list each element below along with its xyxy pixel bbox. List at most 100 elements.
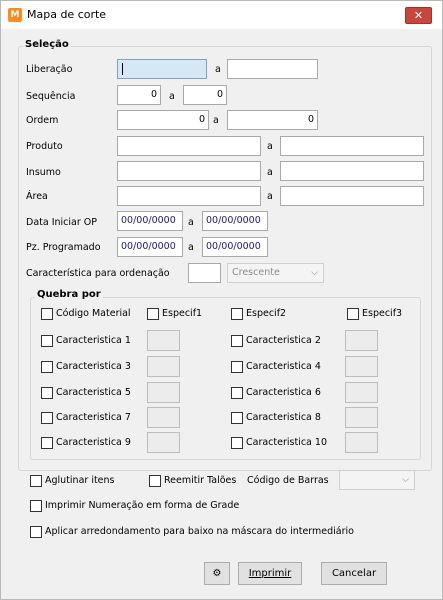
close-button[interactable]: ✕ <box>405 7 432 24</box>
sequencia-from-input[interactable]: 0 <box>117 85 161 105</box>
aglutinar-label: Aglutinar itens <box>45 475 115 486</box>
caracteristica-10-label: Caracteristica 10 <box>246 437 327 448</box>
caracteristica-ordenacao-label: Característica para ordenação <box>26 268 170 279</box>
aglutinar-checkbox[interactable] <box>30 475 42 487</box>
settings-button[interactable]: ⚙ <box>204 562 230 585</box>
data-iniciar-from-input[interactable]: 00/00/0000 <box>117 211 183 231</box>
caracteristica-4-label: Caracteristica 4 <box>246 361 321 372</box>
caracteristica-6-value <box>345 382 378 403</box>
dialog-window: M Mapa de corte ✕ Seleção Liberação a Se… <box>0 0 443 600</box>
caracteristica-10-value <box>345 432 378 453</box>
data-iniciar-sep: a <box>188 217 194 228</box>
caracteristica-3-checkbox[interactable] <box>41 361 53 373</box>
imprimir-button[interactable]: Imprimir <box>238 562 302 585</box>
arredondamento-label: Aplicar arredondamento para baixo na más… <box>45 526 354 537</box>
area-label: Área <box>26 191 48 202</box>
caracteristica-8-label: Caracteristica 8 <box>246 412 321 423</box>
sequencia-label: Sequência <box>26 91 76 102</box>
codigo-barras-label: Código de Barras <box>247 475 329 486</box>
caracteristica-2-checkbox[interactable] <box>231 335 243 347</box>
caracteristica-9-value <box>147 432 180 453</box>
insumo-to-input[interactable] <box>280 161 424 181</box>
caracteristica-ordenacao-input[interactable] <box>188 263 221 283</box>
caracteristica-4-value <box>345 356 378 377</box>
selection-legend: Seleção <box>23 39 71 50</box>
sequencia-to-input[interactable]: 0 <box>183 85 227 105</box>
data-iniciar-label: Data Iniciar OP <box>26 217 97 228</box>
area-to-input[interactable] <box>280 186 424 206</box>
produto-to-input[interactable] <box>280 136 424 156</box>
caracteristica-6-checkbox[interactable] <box>231 387 243 399</box>
cancelar-button[interactable]: Cancelar <box>321 562 387 585</box>
caracteristica-1-checkbox[interactable] <box>41 335 53 347</box>
data-iniciar-to-input[interactable]: 00/00/0000 <box>202 211 268 231</box>
pz-programado-to-input[interactable]: 00/00/0000 <box>202 237 268 257</box>
produto-sep: a <box>267 141 273 152</box>
imprimir-label: Imprimir <box>248 568 292 579</box>
especif3-label: Especif3 <box>362 308 403 319</box>
pz-programado-sep: a <box>188 242 194 253</box>
area-sep: a <box>267 191 273 202</box>
app-icon: M <box>8 8 22 22</box>
imprimir-grade-label: Imprimir Numeração em forma de Grade <box>45 500 240 511</box>
insumo-label: Insumo <box>26 167 61 178</box>
title-bar: M Mapa de corte ✕ <box>1 1 442 29</box>
caracteristica-5-label: Caracteristica 5 <box>56 387 131 398</box>
insumo-from-input[interactable] <box>117 161 261 181</box>
sequencia-sep: a <box>169 91 175 102</box>
caracteristica-9-label: Caracteristica 9 <box>56 437 131 448</box>
liberacao-to-input[interactable] <box>227 59 318 79</box>
caracteristica-10-checkbox[interactable] <box>231 437 243 449</box>
caracteristica-3-label: Caracteristica 3 <box>56 361 131 372</box>
reemitir-checkbox[interactable] <box>149 475 161 487</box>
arredondamento-checkbox[interactable] <box>30 526 42 538</box>
ordem-sep: a <box>213 115 219 126</box>
caracteristica-6-label: Caracteristica 6 <box>246 387 321 398</box>
order-direction-select[interactable]: Crescente ⌵ <box>227 263 324 283</box>
close-icon: ✕ <box>413 9 424 22</box>
reemitir-label: Reemitir Talões <box>164 475 237 486</box>
especif1-checkbox[interactable] <box>147 308 159 320</box>
window-title: Mapa de corte <box>27 8 107 21</box>
cancelar-label: Cancelar <box>331 568 377 579</box>
caracteristica-7-value <box>147 407 180 428</box>
area-from-input[interactable] <box>117 186 261 206</box>
liberacao-from-input[interactable] <box>117 59 207 79</box>
ordem-label: Ordem <box>26 115 59 126</box>
caracteristica-1-label: Caracteristica 1 <box>56 335 131 346</box>
text-caret <box>122 63 123 75</box>
produto-from-input[interactable] <box>117 136 261 156</box>
caracteristica-3-value <box>147 356 180 377</box>
ordem-from-input[interactable]: 0 <box>117 110 209 130</box>
caracteristica-1-value <box>147 330 180 351</box>
especif1-label: Especif1 <box>162 308 203 319</box>
caracteristica-8-checkbox[interactable] <box>231 412 243 424</box>
pz-programado-from-input[interactable]: 00/00/0000 <box>117 237 183 257</box>
caracteristica-7-checkbox[interactable] <box>41 412 53 424</box>
codigo-material-label: Código Material <box>56 308 131 319</box>
caracteristica-2-value <box>345 330 378 351</box>
produto-label: Produto <box>26 141 63 152</box>
especif2-label: Especif2 <box>246 308 287 319</box>
caracteristica-7-label: Caracteristica 7 <box>56 412 131 423</box>
caracteristica-8-value <box>345 407 378 428</box>
caracteristica-2-label: Caracteristica 2 <box>246 335 321 346</box>
liberacao-sep: a <box>215 64 221 75</box>
caracteristica-9-checkbox[interactable] <box>41 437 53 449</box>
chevron-down-icon: ⌵ <box>311 268 318 278</box>
pz-programado-label: Pz. Programado <box>26 242 101 253</box>
codigo-material-checkbox[interactable] <box>41 308 53 320</box>
caracteristica-4-checkbox[interactable] <box>231 361 243 373</box>
especif3-checkbox[interactable] <box>347 308 359 320</box>
codigo-barras-select[interactable]: ⌵ <box>339 470 415 490</box>
chevron-down-icon: ⌵ <box>402 475 409 485</box>
imprimir-grade-checkbox[interactable] <box>30 500 42 512</box>
gear-icon: ⚙ <box>212 568 222 579</box>
ordem-to-input[interactable]: 0 <box>227 110 318 130</box>
caracteristica-5-value <box>147 382 180 403</box>
especif2-checkbox[interactable] <box>231 308 243 320</box>
liberacao-label: Liberação <box>26 64 73 75</box>
quebra-legend: Quebra por <box>35 289 103 300</box>
caracteristica-5-checkbox[interactable] <box>41 387 53 399</box>
insumo-sep: a <box>267 167 273 178</box>
